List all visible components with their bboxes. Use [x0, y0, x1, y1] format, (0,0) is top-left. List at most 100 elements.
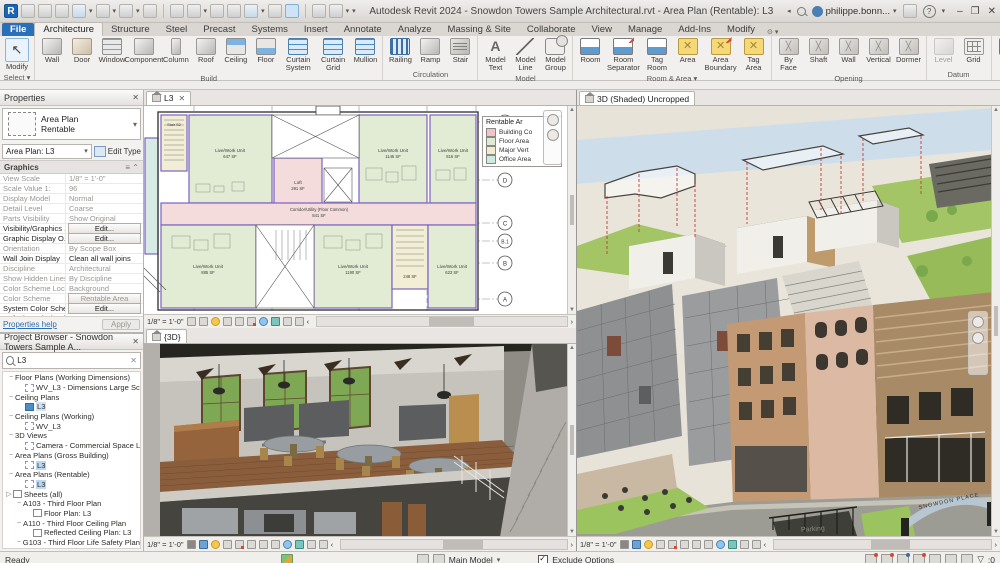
- temporary-view-properties-icon[interactable]: [282, 317, 292, 326]
- unlocked-view-icon[interactable]: [703, 539, 713, 549]
- tab-analyze[interactable]: Analyze: [390, 23, 440, 36]
- temporary-view-properties-icon[interactable]: [739, 539, 749, 549]
- tab-modify[interactable]: Modify: [719, 23, 763, 36]
- tab-file[interactable]: File: [2, 23, 35, 36]
- temporary-hide-isolate-icon[interactable]: [294, 539, 304, 549]
- select-underlay-icon[interactable]: [913, 553, 927, 563]
- select-pinned-icon[interactable]: [929, 554, 942, 563]
- tab-manage[interactable]: Manage: [620, 23, 670, 36]
- tree-item[interactable]: − Ceiling Plans (Working): [3, 412, 140, 422]
- tree-item[interactable]: L3: [3, 460, 140, 470]
- revit-logo-icon[interactable]: R: [4, 4, 18, 18]
- steering-wheel-icon[interactable]: [972, 316, 984, 328]
- navigation-bar[interactable]: [968, 311, 988, 375]
- 3d-view-dropdown[interactable]: ▾: [261, 7, 265, 15]
- edit-type-button[interactable]: Edit Type: [93, 145, 141, 157]
- property-row[interactable]: Display Model Normal: [0, 194, 143, 204]
- property-row[interactable]: Graphic Display O... Edit...: [0, 233, 143, 244]
- dormer-button[interactable]: Dormer: [894, 37, 924, 65]
- pan-right-icon[interactable]: ›: [571, 540, 574, 549]
- displacement-icon[interactable]: [751, 539, 761, 549]
- project-browser-close-icon[interactable]: ✕: [132, 337, 139, 346]
- detail-level-icon[interactable]: [186, 539, 196, 549]
- room-button[interactable]: Room: [575, 37, 605, 65]
- modify-button[interactable]: ↖ Modify: [2, 37, 32, 72]
- pan-right-icon[interactable]: ›: [571, 317, 574, 326]
- element-selector[interactable]: Area Plan: L3 ▾: [2, 143, 92, 159]
- tree-item[interactable]: − Area Plans (Rentable): [3, 470, 140, 480]
- show-crop-region-icon[interactable]: [691, 539, 701, 549]
- area-button[interactable]: Area: [673, 37, 703, 65]
- tab-collaborate[interactable]: Collaborate: [519, 23, 584, 36]
- model-group-button[interactable]: Model Group: [540, 35, 570, 73]
- component-button[interactable]: Component: [125, 37, 163, 65]
- worksets-icon[interactable]: [416, 554, 429, 563]
- floor-button[interactable]: Floor: [251, 37, 281, 65]
- model-group-label[interactable]: Model: [480, 73, 570, 84]
- tree-item[interactable]: Camera - Commercial Space L3: [3, 441, 140, 451]
- print-icon[interactable]: [142, 4, 157, 18]
- wall-opening-button[interactable]: Wall: [834, 37, 864, 65]
- roof-button[interactable]: Roof: [191, 37, 221, 65]
- property-row[interactable]: Discipline Architectural: [0, 264, 143, 274]
- open-icon[interactable]: [38, 4, 52, 18]
- by-face-button[interactable]: By Face: [774, 37, 804, 73]
- ceiling-button[interactable]: Ceiling: [221, 37, 251, 65]
- reveal-hidden-icon[interactable]: [258, 317, 268, 326]
- dimension-dropdown[interactable]: ▾: [204, 7, 208, 15]
- aerial-3d-view[interactable]: Parking SNOWDON PLACE ▲ ▼: [577, 106, 1000, 536]
- circulation-group-label[interactable]: Circulation: [385, 69, 475, 80]
- properties-close-icon[interactable]: ✕: [132, 93, 139, 102]
- select-by-face-icon[interactable]: [945, 554, 958, 563]
- text-icon[interactable]: [227, 4, 242, 18]
- search-expand-icon[interactable]: ◂: [787, 7, 791, 15]
- area-plan-view[interactable]: E D C B.1 B A Live/Work Unit647 SF Live/…: [144, 105, 576, 314]
- property-row[interactable]: System Color Sche...Edit...: [0, 303, 143, 314]
- tree-item[interactable]: Floor Plan: L3: [3, 509, 140, 519]
- close-view-icon[interactable]: ✕: [178, 94, 185, 103]
- drag-on-selection-icon[interactable]: [961, 554, 974, 563]
- browser-search-input[interactable]: [17, 356, 128, 365]
- help-dropdown-icon[interactable]: ▾: [942, 7, 946, 15]
- crop-view-icon[interactable]: [246, 539, 256, 549]
- tree-item[interactable]: WV_L3 - Dimensions Large Scale: [3, 383, 140, 393]
- close-inactive-icon[interactable]: [311, 4, 326, 18]
- tab-steel[interactable]: Steel: [158, 23, 196, 36]
- visual-style-icon[interactable]: [198, 539, 208, 549]
- switch-windows-dropdown[interactable]: ▾: [346, 7, 350, 15]
- tree-item[interactable]: − A103 - Third Floor Plan: [3, 499, 140, 509]
- pan-left-icon[interactable]: ‹: [764, 540, 767, 549]
- crop-view-icon[interactable]: [234, 317, 244, 326]
- tree-item[interactable]: WV_L3: [3, 421, 140, 431]
- aerial-vertical-scrollbar[interactable]: ▲ ▼: [991, 106, 1000, 536]
- window-button[interactable]: Window: [97, 37, 127, 65]
- close-button[interactable]: ✕: [988, 6, 996, 17]
- sync-dropdown[interactable]: ▾: [89, 7, 93, 15]
- select-links-icon[interactable]: [897, 553, 911, 563]
- modify-options-icon[interactable]: ⊙ ▾: [763, 28, 782, 36]
- edit-button[interactable]: Edit...: [68, 233, 141, 244]
- design-options-icon[interactable]: [432, 554, 445, 563]
- navigation-bar[interactable]: [543, 109, 562, 165]
- pan-right-icon[interactable]: ›: [995, 540, 998, 549]
- save-icon[interactable]: [55, 4, 69, 18]
- temporary-hide-isolate-icon[interactable]: [727, 539, 737, 549]
- press-drag-icon[interactable]: [881, 553, 895, 563]
- curtain-system-button[interactable]: Curtain System: [281, 37, 316, 73]
- help-icon[interactable]: ?: [922, 4, 936, 18]
- sun-path-icon[interactable]: [210, 317, 220, 326]
- work-plane-group-label[interactable]: Work Plane: [994, 73, 1000, 84]
- vertical-opening-button[interactable]: Vertical: [864, 37, 894, 65]
- app-store-icon[interactable]: [902, 4, 917, 18]
- scale-control[interactable]: 1/8" = 1'-0": [580, 540, 617, 549]
- tab-structure[interactable]: Structure: [103, 23, 158, 36]
- tab-systems[interactable]: Systems: [243, 23, 295, 36]
- property-row[interactable]: Show Hidden Lines By Discipline: [0, 274, 143, 284]
- shadows-icon[interactable]: [222, 539, 232, 549]
- displacement-icon[interactable]: [318, 539, 328, 549]
- aligned-dimension-icon[interactable]: [186, 4, 201, 18]
- redo-dropdown[interactable]: ▾: [136, 7, 140, 15]
- tab-view[interactable]: View: [584, 23, 620, 36]
- aerial-horizontal-scrollbar[interactable]: [773, 538, 992, 550]
- tab-add-ins[interactable]: Add-Ins: [670, 23, 719, 36]
